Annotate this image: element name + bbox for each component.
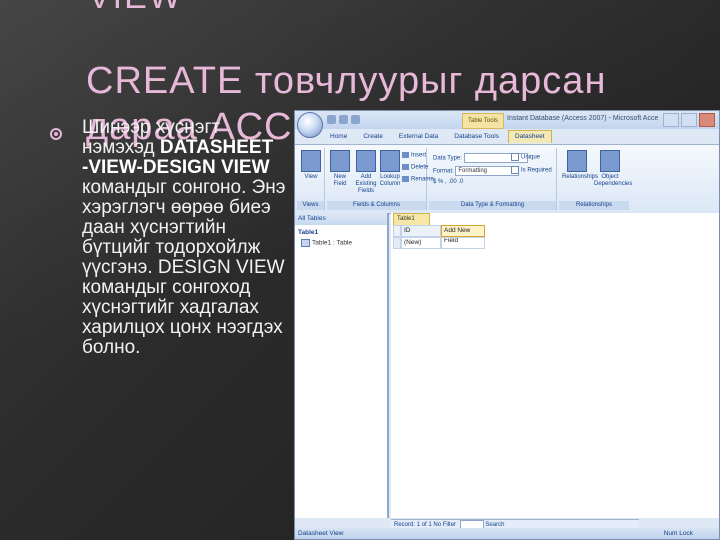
lookup-column-label: Lookup Column (379, 174, 401, 187)
group-views: View Views (297, 148, 325, 210)
delete-button[interactable]: Delete (402, 164, 428, 171)
column-header-add-new-field[interactable]: Add New Field (441, 225, 485, 244)
undo-icon[interactable] (339, 115, 348, 124)
access-window: Table Tools Instant Database (Access 200… (294, 110, 720, 540)
redo-icon[interactable] (351, 115, 360, 124)
nav-item-label: Table1 : Table (312, 239, 352, 247)
body-line2: нэмэхэд DATASHEET (82, 138, 297, 158)
object-dependencies-label: Object Dependencies (594, 174, 633, 187)
body-line3-bold: -VIEW-DESIGN VIEW (82, 157, 270, 178)
body-line2-bold: DATASHEET (159, 137, 274, 158)
table-row: (New) (393, 237, 485, 249)
datasheet-grid: ID Add New Field (New) (393, 225, 485, 249)
lookup-column-button[interactable]: Lookup Column (379, 150, 401, 188)
slide-title-top: VIEW (88, 0, 183, 17)
relationships-label: Relationships (562, 174, 599, 180)
insert-icon (402, 152, 409, 158)
new-field-button[interactable]: New Field (329, 150, 351, 188)
new-field-icon (330, 150, 350, 172)
id-cell[interactable]: (New) (401, 237, 441, 249)
title-bar: Table Tools Instant Database (Access 200… (295, 111, 719, 138)
add-existing-icon (356, 150, 376, 172)
row-selector[interactable] (393, 237, 401, 249)
tab-external-data[interactable]: External Data (392, 130, 445, 143)
office-button[interactable] (297, 112, 323, 138)
nav-pane-header[interactable]: All Tables (295, 213, 387, 225)
delete-label: Delete (411, 164, 429, 171)
insert-label: Insert (411, 152, 427, 159)
format-combo[interactable]: Formatting (455, 166, 520, 176)
slide-title-line1: CREATE товчлуурыг дарсан (86, 60, 607, 102)
new-field-cell[interactable] (441, 237, 485, 249)
table-icon (301, 239, 310, 247)
select-all-cell[interactable] (393, 225, 401, 237)
body-line1: Шинээр хүснэгт (82, 117, 221, 138)
format-row: Format: Formatting (433, 166, 520, 176)
group-relationships: Relationships Object Dependencies Relati… (559, 148, 632, 210)
app-title: Instant Database (Access 2007) - Microso… (507, 115, 659, 122)
is-required-label: Is Required (521, 167, 552, 174)
lookup-column-icon (380, 150, 400, 172)
data-type-label: Data Type: (433, 155, 462, 162)
window-controls (663, 113, 715, 127)
group-relationships-label: Relationships (559, 201, 629, 210)
new-field-label: New Field (333, 174, 347, 187)
nav-item-table1[interactable]: Table1 : Table (295, 238, 387, 248)
view-label: View (304, 174, 318, 180)
save-icon[interactable] (327, 115, 336, 124)
tab-database-tools[interactable]: Database Tools (447, 130, 506, 143)
nav-group-title[interactable]: Table1 (295, 225, 387, 238)
group-data-type: Data Type: Format: Formatting $ % , .00 … (429, 148, 557, 210)
bullet-text: Шинээр хүснэгт нэмэхэд DATASHEET -VIEW-D… (82, 118, 297, 358)
status-view-name: Datasheet View (298, 530, 344, 537)
unique-checkbox[interactable]: Unique (511, 153, 540, 161)
relationships-icon (567, 150, 587, 172)
group-views-label: Views (297, 201, 324, 210)
add-existing-fields-button[interactable]: Add Existing Fields (353, 150, 379, 195)
add-existing-label: Add Existing Fields (355, 174, 377, 194)
column-header-id[interactable]: ID (401, 225, 441, 237)
object-dependencies-icon (600, 150, 620, 172)
body-rest: командыг сонгоно. Энэ хэрэглэгч өөрөө би… (82, 177, 286, 358)
bullet-icon (50, 128, 62, 140)
header-row: ID Add New Field (393, 225, 485, 244)
quick-access-toolbar (327, 115, 360, 124)
maximize-icon[interactable] (681, 113, 697, 127)
group-fields-label: Fields & Columns (327, 201, 426, 210)
tab-home[interactable]: Home (323, 130, 354, 143)
document-area: Table1 ID Add New Field (New) (391, 213, 719, 518)
context-tab-group: Table Tools (462, 113, 504, 129)
status-bar: Datasheet View Num Lock (295, 528, 719, 539)
relationships-button[interactable]: Relationships (562, 150, 598, 181)
minimize-icon[interactable] (663, 113, 679, 127)
view-button[interactable]: View (300, 150, 322, 181)
tab-create[interactable]: Create (356, 130, 390, 143)
navigation-pane: All Tables Table1 Table1 : Table (295, 213, 389, 518)
insert-button[interactable]: Insert (402, 152, 426, 159)
delete-icon (402, 164, 409, 170)
status-num-lock: Num Lock (663, 530, 693, 537)
close-icon[interactable] (699, 113, 715, 127)
rename-icon (402, 176, 409, 182)
unique-check-icon (511, 153, 519, 161)
is-required-checkbox[interactable]: Is Required (511, 166, 552, 174)
group-fields-columns: New Field Add Existing Fields Lookup Col… (327, 148, 434, 210)
object-dependencies-button[interactable]: Object Dependencies (594, 150, 632, 188)
group-data-type-label: Data Type & Formatting (429, 201, 556, 210)
unique-label: Unique (521, 154, 541, 161)
currency-symbols[interactable]: $ % , .00 .0 (433, 179, 463, 185)
format-label: Format: (433, 168, 454, 175)
is-required-check-icon (511, 166, 519, 174)
view-icon (301, 150, 321, 172)
body-line2-pre: нэмэхэд (82, 137, 160, 158)
ribbon: View Views New Field Add Existing Fields… (295, 144, 719, 214)
tab-datasheet[interactable]: Datasheet (507, 130, 552, 143)
ribbon-tabs: Home Create External Data Database Tools… (323, 130, 552, 143)
